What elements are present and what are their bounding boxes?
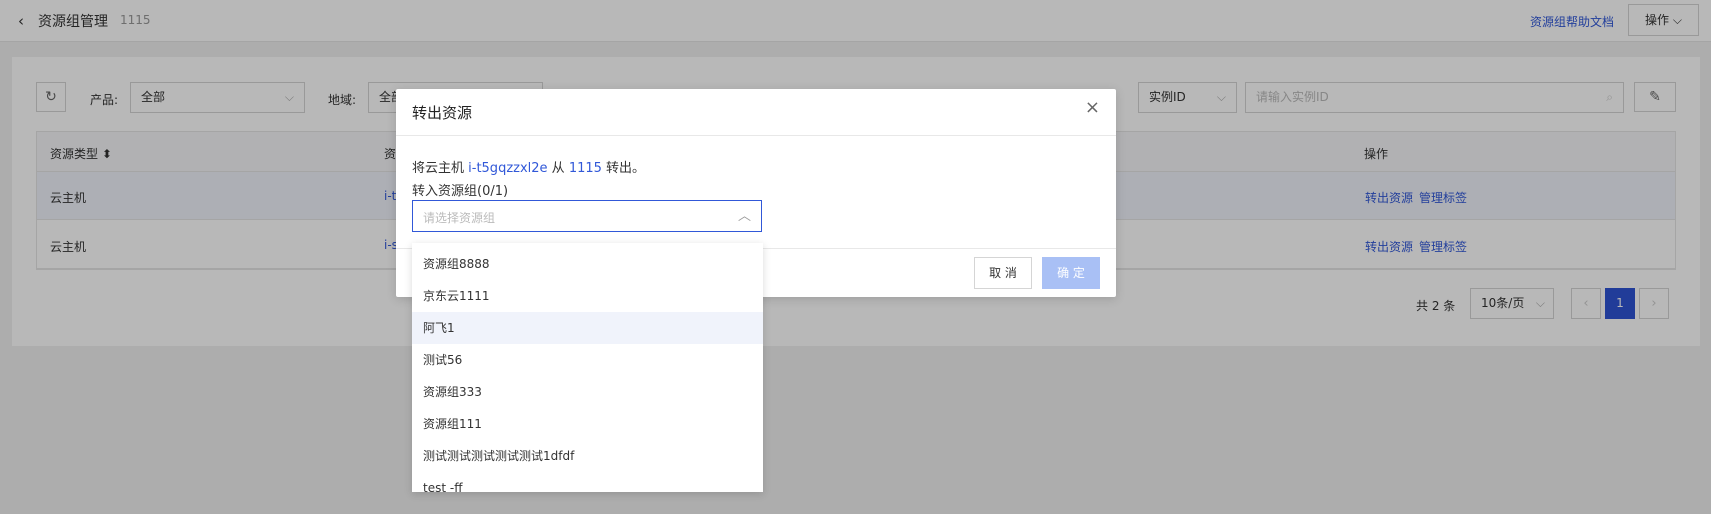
dropdown-option[interactable]: 测试56 <box>412 344 763 376</box>
confirm-button[interactable]: 确 定 <box>1042 257 1100 289</box>
select-placeholder: 请选择资源组 <box>423 211 496 225</box>
divider <box>396 135 1116 136</box>
close-icon[interactable]: × <box>1085 97 1100 118</box>
dropdown-option[interactable]: 京东云1111 <box>412 280 763 312</box>
dropdown-option[interactable]: 阿飞1 <box>412 312 763 344</box>
source-group: 1115 <box>568 161 602 176</box>
target-group-select[interactable]: 请选择资源组 ︿ <box>412 200 762 232</box>
target-group-label: 转入资源组(0/1) <box>412 184 509 199</box>
desc-mid: 从 <box>547 161 569 176</box>
resource-group-dropdown: 资源组8888 京东云1111 阿飞1 测试56 资源组333 资源组111 测… <box>412 243 763 492</box>
dropdown-option[interactable]: 测试测试测试测试测试1dfdf <box>412 440 763 472</box>
dropdown-option[interactable]: 资源组333 <box>412 376 763 408</box>
transfer-description: 将云主机 i-t5gqzzxl2e 从 1115 转出。 <box>412 157 645 176</box>
dropdown-option[interactable]: test -ff <box>412 472 763 492</box>
desc-prefix: 将云主机 <box>412 161 469 176</box>
dialog-title: 转出资源 <box>412 104 473 122</box>
dropdown-option[interactable]: 资源组8888 <box>412 248 763 280</box>
chevron-up-icon: ︿ <box>737 209 751 224</box>
instance-id: i-t5gqzzxl2e <box>468 161 548 176</box>
cancel-button[interactable]: 取 消 <box>974 257 1032 289</box>
dropdown-option[interactable]: 资源组111 <box>412 408 763 440</box>
desc-suffix: 转出。 <box>601 161 646 176</box>
